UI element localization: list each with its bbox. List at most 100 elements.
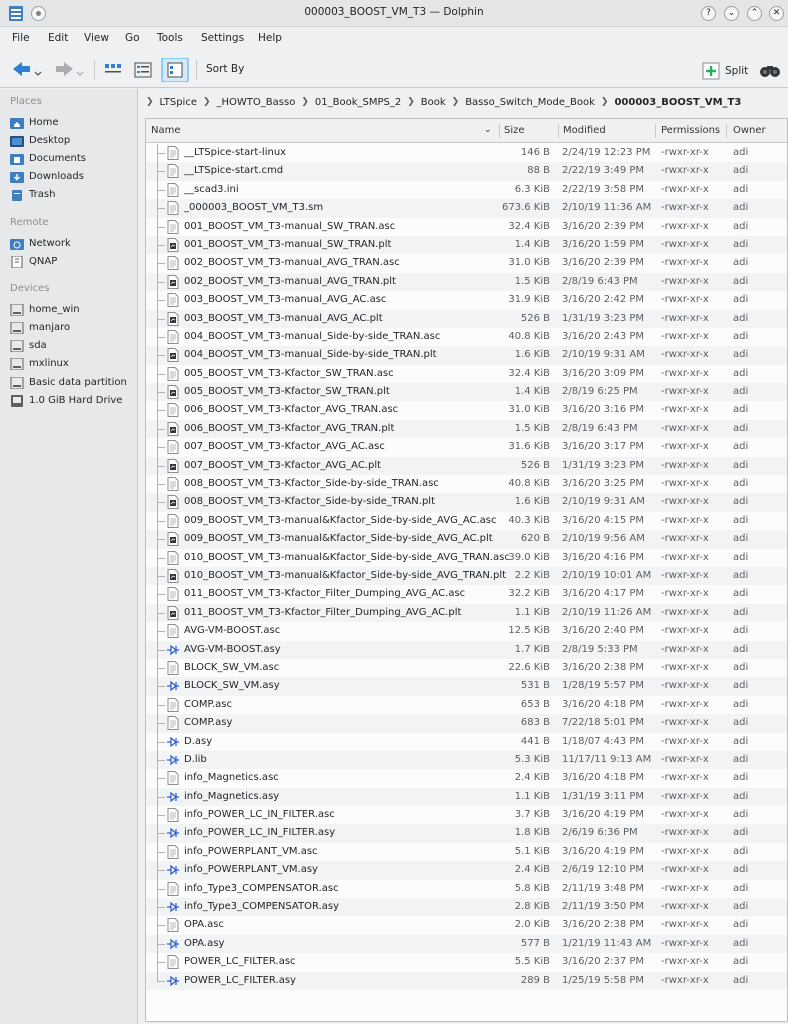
file-row[interactable]: 001_BOOST_VM_T3-manual_SW_TRAN.asc 32.4 K… <box>146 217 787 236</box>
file-row[interactable]: 009_BOOST_VM_T3-manual&Kfactor_Side-by-s… <box>146 530 787 549</box>
file-row[interactable]: info_Type3_COMPENSATOR.asy 2.8 KiB 2/11/19… <box>146 898 787 917</box>
file-row[interactable]: 010_BOOST_VM_T3-manual&Kfactor_Side-by-s… <box>146 566 787 586</box>
sidebar-item-documents[interactable]: Documents <box>10 150 86 167</box>
file-row[interactable]: D.lib 5.3 KiB 11/17/11 9:13 AM -rwxr-xr-x ad… <box>146 750 787 770</box>
file-row[interactable]: 002_BOOST_VM_T3-manual_AVG_TRAN.asc 31.0 … <box>146 254 787 273</box>
file-row[interactable]: OPA.asc 2.0 KiB 3/16/20 2:38 PM -rwxr-xr-x a… <box>146 916 787 935</box>
file-row[interactable]: 004_BOOST_VM_T3-manual_Side-by-side_TRAN… <box>146 327 787 347</box>
file-view[interactable]: Name ⌄ Size Modified Permissions Owner _… <box>145 118 788 1022</box>
split-button[interactable]: Split <box>702 60 748 82</box>
breadcrumb-item[interactable]: 01_Book_SMPS_2 <box>315 97 401 108</box>
column-modified[interactable]: Modified <box>563 125 606 136</box>
icons-view-button[interactable] <box>101 58 125 82</box>
file-row[interactable]: 001_BOOST_VM_T3-manual_SW_TRAN.plt 1.4 Ki… <box>146 235 787 255</box>
file-row[interactable]: info_Type3_COMPENSATOR.asc 5.8 KiB 2/11/19… <box>146 879 787 899</box>
file-row[interactable]: 007_BOOST_VM_T3-Kfactor_AVG_AC.asc 31.6 K… <box>146 438 787 457</box>
menu-tools[interactable]: Tools <box>157 32 183 44</box>
column-permissions[interactable]: Permissions <box>661 125 720 136</box>
sort-descending-icon[interactable]: ⌄ <box>484 125 492 135</box>
breadcrumb-item[interactable]: LTSpice <box>160 97 197 108</box>
menu-file[interactable]: File <box>12 32 30 44</box>
file-row[interactable]: 005_BOOST_VM_T3-Kfactor_SW_TRAN.asc 32.4 … <box>146 364 787 384</box>
column-owner[interactable]: Owner <box>733 125 766 136</box>
file-row[interactable]: 011_BOOST_VM_T3-Kfactor_Filter_Dumping_A… <box>146 585 787 604</box>
minimize-button[interactable]: ⌄ <box>724 6 739 21</box>
sidebar-item-manjaro[interactable]: manjaro <box>10 319 70 336</box>
help-icon[interactable]: ? <box>701 6 716 21</box>
file-row[interactable]: 003_BOOST_VM_T3-manual_AVG_AC.plt 526 B 1/… <box>146 309 787 328</box>
column-divider[interactable] <box>558 124 559 138</box>
file-row[interactable]: info_Magnetics.asc 2.4 KiB 3/16/20 4:18 PM… <box>146 769 787 788</box>
back-button[interactable] <box>10 58 44 82</box>
title-bar[interactable]: 000003_BOOST_VM_T3 — Dolphin ? ⌄ ⌃ ✕ <box>0 0 788 27</box>
file-row[interactable]: BLOCK_SW_VM.asc 22.6 KiB 3/16/20 2:38 PM -r… <box>146 658 787 678</box>
sort-by-button[interactable]: Sort By <box>206 63 244 75</box>
search-binoculars-icon[interactable] <box>759 60 781 80</box>
close-button[interactable]: ✕ <box>769 6 784 21</box>
forward-button[interactable] <box>52 58 86 82</box>
column-size[interactable]: Size <box>504 125 525 136</box>
file-row[interactable]: AVG-VM-BOOST.asy 1.7 KiB 2/8/19 5:33 PM -rw… <box>146 640 787 659</box>
breadcrumb-item[interactable]: Book <box>421 97 446 108</box>
menu-help[interactable]: Help <box>258 32 282 44</box>
file-row[interactable]: _000003_BOOST_VM_T3.sm 673.6 KiB 2/10/19 1… <box>146 199 787 218</box>
sidebar-item-basic-data-partition[interactable]: Basic data partition <box>10 374 127 391</box>
file-row[interactable]: 006_BOOST_VM_T3-Kfactor_AVG_TRAN.asc 31.0… <box>146 401 787 420</box>
menu-edit[interactable]: Edit <box>48 32 68 44</box>
file-row[interactable]: 006_BOOST_VM_T3-Kfactor_AVG_TRAN.plt 1.5 … <box>146 419 787 439</box>
file-row[interactable]: 002_BOOST_VM_T3-manual_AVG_TRAN.plt 1.5 K… <box>146 272 787 292</box>
file-row[interactable]: 007_BOOST_VM_T3-Kfactor_AVG_AC.plt 526 B 1… <box>146 456 787 476</box>
chevron-right-icon[interactable]: ❯ <box>601 97 609 107</box>
file-row[interactable]: 010_BOOST_VM_T3-manual&Kfactor_Side-by-s… <box>146 548 787 567</box>
file-row[interactable]: __LTSpice-start-linux 146 B 2/24/19 12:23 … <box>146 144 787 163</box>
file-row[interactable]: 008_BOOST_VM_T3-Kfactor_Side-by-side_TRA… <box>146 493 787 512</box>
file-row[interactable]: info_POWER_LC_IN_FILTER.asc 3.7 KiB 3/16/2… <box>146 806 787 825</box>
compact-view-button[interactable] <box>131 58 155 82</box>
file-row[interactable]: 009_BOOST_VM_T3-manual&Kfactor_Side-by-s… <box>146 511 787 531</box>
breadcrumb-item[interactable]: _HOWTO_Basso <box>217 97 296 108</box>
chevron-right-icon[interactable]: ❯ <box>301 97 309 107</box>
sidebar-item-sda[interactable]: sda <box>10 337 47 354</box>
sidebar-item-network[interactable]: Network <box>10 235 71 252</box>
file-row[interactable]: __scad3.ini 6.3 KiB 2/22/19 3:58 PM -rwxr-x… <box>146 180 787 200</box>
file-row[interactable]: info_POWERPLANT_VM.asy 2.4 KiB 2/6/19 12:1… <box>146 861 787 880</box>
menu-go[interactable]: Go <box>125 32 140 44</box>
file-row[interactable]: 003_BOOST_VM_T3-manual_AVG_AC.asc 31.9 Ki… <box>146 291 787 310</box>
sidebar-item-hard-drive[interactable]: 1.0 GiB Hard Drive <box>10 392 122 409</box>
column-divider[interactable] <box>499 124 500 138</box>
column-divider[interactable] <box>655 124 656 138</box>
column-name[interactable]: Name <box>151 125 181 136</box>
breadcrumb-current[interactable]: 000003_BOOST_VM_T3 <box>614 97 741 108</box>
maximize-button[interactable]: ⌃ <box>747 6 762 21</box>
file-row[interactable]: __LTSpice-start.cmd 88 B 2/22/19 3:49 PM -r… <box>146 162 787 181</box>
file-row[interactable]: COMP.asy 683 B 7/22/18 5:01 PM -rwxr-xr-x ad… <box>146 714 787 733</box>
file-row[interactable]: info_Magnetics.asy 1.1 KiB 1/31/19 3:11 PM… <box>146 787 787 807</box>
file-row[interactable]: info_POWER_LC_IN_FILTER.asy 1.8 KiB 2/6/19… <box>146 824 787 843</box>
column-divider[interactable] <box>726 124 727 138</box>
file-row[interactable]: 004_BOOST_VM_T3-manual_Side-by-side_TRAN… <box>146 346 787 365</box>
sidebar-item-home-win[interactable]: home_win <box>10 301 80 318</box>
file-row[interactable]: POWER_LC_FILTER.asy 289 B 1/25/19 5:58 PM -… <box>146 971 787 990</box>
file-row[interactable]: 008_BOOST_VM_T3-Kfactor_Side-by-side_TRA… <box>146 475 787 494</box>
file-row[interactable]: info_POWERPLANT_VM.asc 5.1 KiB 3/16/20 4:1… <box>146 842 787 862</box>
menu-settings[interactable]: Settings <box>201 32 244 44</box>
file-row[interactable]: COMP.asc 653 B 3/16/20 4:18 PM -rwxr-xr-x ad… <box>146 695 787 715</box>
file-row[interactable]: D.asy 441 B 1/18/07 4:43 PM -rwxr-xr-x adi <box>146 732 787 751</box>
file-row[interactable]: 011_BOOST_VM_T3-Kfactor_Filter_Dumping_A… <box>146 603 787 623</box>
sidebar-item-qnap[interactable]: QNAP <box>10 253 57 270</box>
menu-view[interactable]: View <box>84 32 109 44</box>
chevron-right-icon[interactable]: ❯ <box>407 97 415 107</box>
chevron-right-icon[interactable]: ❯ <box>203 97 211 107</box>
sidebar-item-desktop[interactable]: Desktop <box>10 132 70 149</box>
file-row[interactable]: AVG-VM-BOOST.asc 12.5 KiB 3/16/20 2:40 PM -… <box>146 622 787 641</box>
file-row[interactable]: 005_BOOST_VM_T3-Kfactor_SW_TRAN.plt 1.4 K… <box>146 383 787 402</box>
breadcrumb-item[interactable]: Basso_Switch_Mode_Book <box>465 97 595 108</box>
chevron-right-icon[interactable]: ❯ <box>452 97 460 107</box>
sidebar-item-mxlinux[interactable]: mxlinux <box>10 355 69 372</box>
sidebar-item-trash[interactable]: Trash <box>10 186 55 203</box>
file-row[interactable]: BLOCK_SW_VM.asy 531 B 1/28/19 5:57 PM -rwxr… <box>146 677 787 696</box>
file-row[interactable]: POWER_LC_FILTER.asc 5.5 KiB 3/16/20 2:37 P… <box>146 953 787 972</box>
details-view-button[interactable] <box>161 58 189 82</box>
file-row[interactable]: OPA.asy 577 B 1/21/19 11:43 AM -rwxr-xr-x ad… <box>146 934 787 954</box>
sidebar-item-downloads[interactable]: Downloads <box>10 168 84 185</box>
